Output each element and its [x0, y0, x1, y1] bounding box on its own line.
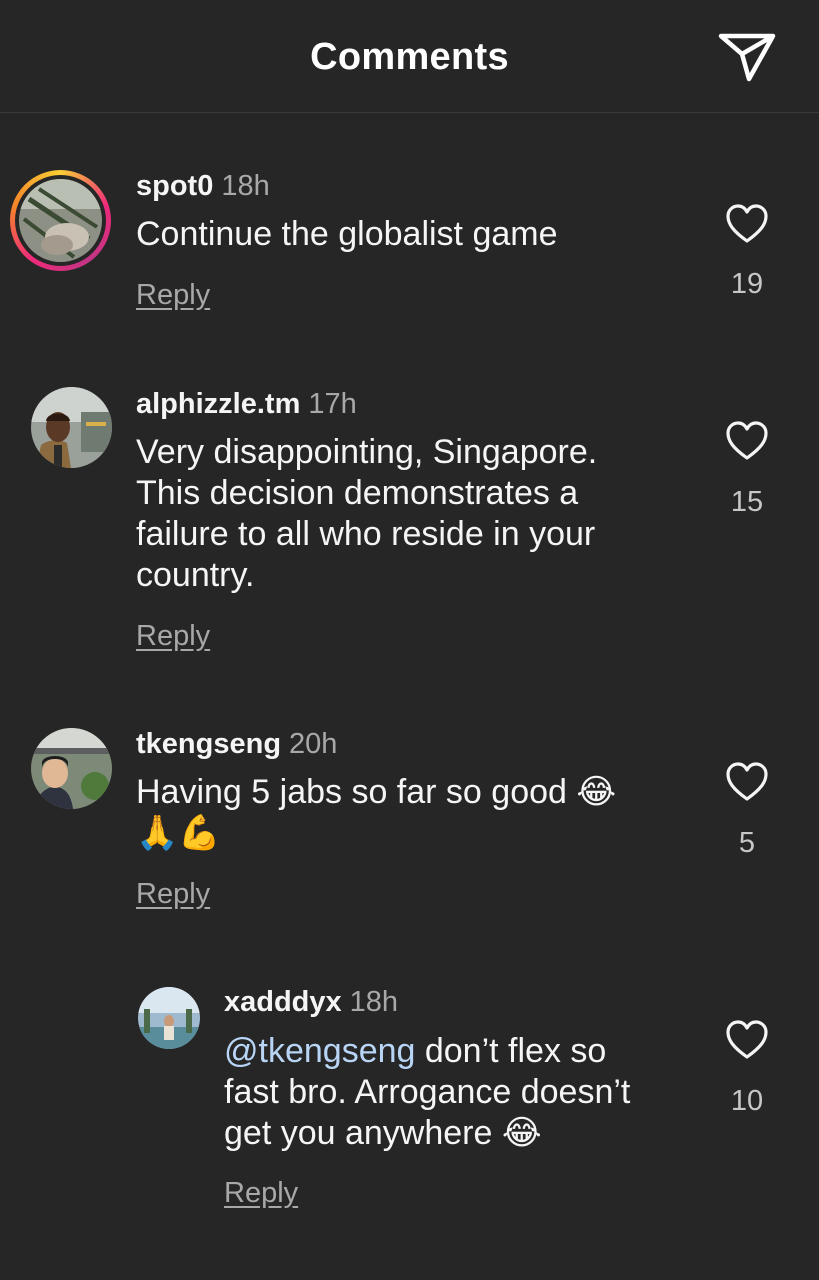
avatar[interactable]	[138, 987, 200, 1049]
comment-text: Continue the globalist game	[136, 215, 558, 253]
timestamp: 18h	[221, 170, 270, 202]
comments-header: Comments	[0, 0, 819, 113]
comment-meta: spot0 18h	[136, 170, 270, 203]
heart-icon	[726, 421, 768, 460]
like-button[interactable]	[725, 1020, 769, 1060]
username[interactable]: tkengseng	[136, 728, 281, 760]
mention-link[interactable]: @tkengseng	[224, 1032, 415, 1070]
emoji-line: 🙏💪	[136, 813, 221, 853]
like-count: 19	[730, 268, 764, 300]
tears-of-joy-icon: 😂	[501, 1113, 542, 1153]
comment-text: Having 5 jabs so far so good 😂 🙏💪	[136, 772, 616, 854]
username[interactable]: spot0	[136, 170, 213, 202]
comment-text-line: get you anywhere	[224, 1114, 493, 1152]
like-button[interactable]	[725, 421, 769, 461]
comment-text-line: Having 5 jabs so far so good	[136, 773, 567, 811]
comment-meta: tkengseng 20h	[136, 728, 337, 761]
username[interactable]: alphizzle.tm	[136, 388, 300, 420]
comment-meta: alphizzle.tm 17h	[136, 388, 357, 421]
avatar[interactable]	[31, 728, 112, 809]
comment-text-line: failure to all who reside in your	[136, 515, 596, 553]
tears-of-joy-icon: 😂	[576, 772, 617, 812]
timestamp: 17h	[308, 388, 357, 420]
comment-text-line: fast bro. Arrogance doesn’t	[224, 1073, 631, 1111]
comment-text-line: This decision demonstrates a	[136, 474, 579, 512]
page-title: Comments	[310, 36, 509, 78]
like-button[interactable]	[725, 762, 769, 802]
timestamp: 20h	[289, 728, 338, 760]
like-count: 10	[730, 1085, 764, 1117]
timestamp: 18h	[349, 986, 399, 1018]
reply-button[interactable]: Reply	[136, 878, 210, 911]
share-button[interactable]	[716, 28, 778, 84]
like-button[interactable]	[725, 204, 769, 244]
reply-button[interactable]: Reply	[136, 620, 210, 653]
heart-icon	[726, 1020, 768, 1059]
comment-meta: xadddyx 18h	[224, 986, 398, 1019]
comment-text: Very disappointing, Singapore. This deci…	[136, 432, 597, 596]
reply-button[interactable]: Reply	[136, 279, 210, 312]
username[interactable]: xadddyx	[224, 986, 342, 1018]
avatar[interactable]	[31, 387, 112, 468]
comment-text-line: don’t flex so	[415, 1032, 607, 1070]
like-count: 5	[738, 827, 756, 859]
comment-text-line: country.	[136, 556, 255, 594]
paper-plane-icon	[718, 33, 776, 82]
comment-text: @tkengseng don’t flex so fast bro. Arrog…	[224, 1031, 630, 1154]
heart-icon	[726, 204, 768, 243]
comment-text-line: Very disappointing, Singapore.	[136, 433, 598, 471]
like-count: 15	[730, 486, 764, 518]
heart-icon	[726, 762, 768, 801]
story-ring-avatar[interactable]	[10, 170, 111, 271]
reply-button[interactable]: Reply	[224, 1177, 298, 1210]
avatar	[19, 179, 102, 262]
